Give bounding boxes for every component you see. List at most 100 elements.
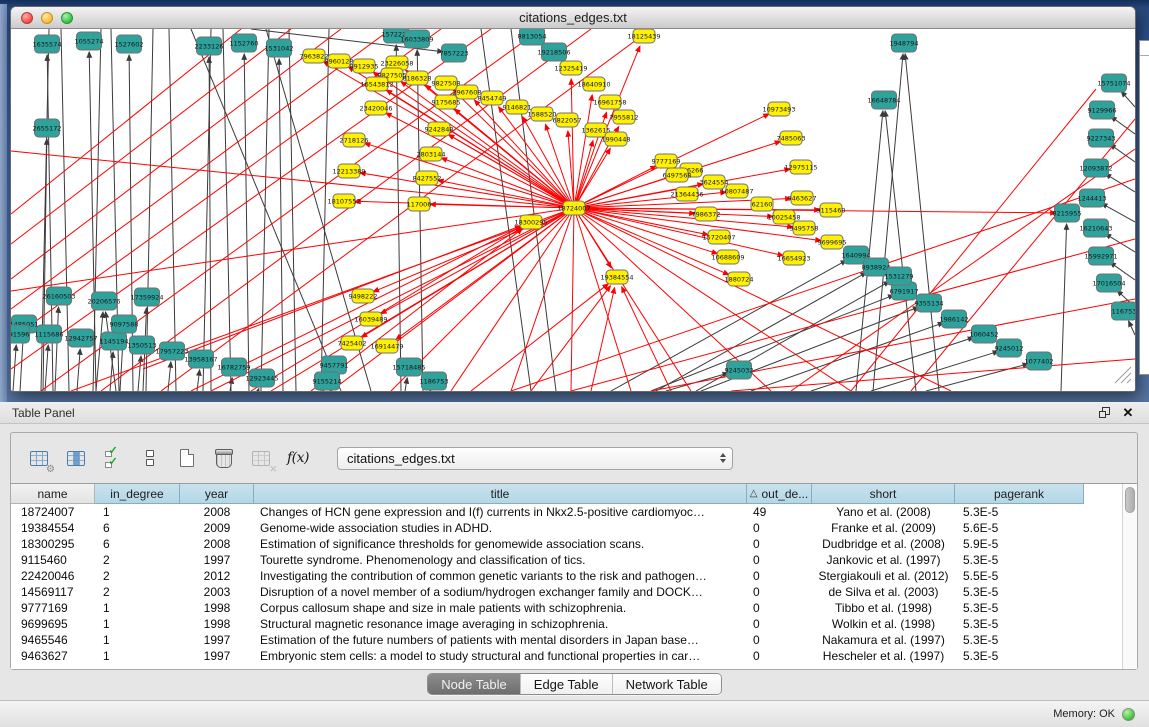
- graph-node[interactable]: 19218506: [537, 43, 570, 61]
- delete-table-icon[interactable]: ✕: [249, 444, 273, 472]
- table-row[interactable]: 1872400712008Changes of HCN gene express…: [11, 504, 1137, 520]
- graph-node[interactable]: 1880724: [725, 272, 754, 286]
- graph-node[interactable]: 2718126: [340, 133, 369, 147]
- graph-node[interactable]: 1060452: [970, 325, 999, 343]
- column-header-year[interactable]: year: [180, 484, 254, 504]
- network-view-window[interactable]: citations_edges.txt 18724007183002951938…: [10, 6, 1136, 392]
- graph-node[interactable]: 12942757: [64, 329, 97, 347]
- tab-network-table[interactable]: Network Table: [612, 674, 721, 694]
- graph-node[interactable]: 9175685: [432, 95, 461, 109]
- minimize-window-button[interactable]: [41, 12, 53, 24]
- graph-node[interactable]: 391596: [11, 325, 30, 343]
- graph-node[interactable]: 1527602: [115, 35, 144, 53]
- graph-node[interactable]: 9457791: [320, 356, 349, 374]
- graph-node[interactable]: 9245012: [995, 339, 1024, 357]
- graph-node[interactable]: 62160: [751, 197, 773, 211]
- new-column-icon[interactable]: [175, 444, 199, 472]
- graph-node[interactable]: 9777169: [652, 154, 681, 168]
- network-canvas[interactable]: 1872400718300295193845547963822896012889…: [11, 29, 1135, 391]
- zoom-window-button[interactable]: [61, 12, 73, 24]
- graph-node[interactable]: 1635574: [33, 35, 62, 53]
- delete-column-icon[interactable]: [212, 444, 236, 472]
- table-row[interactable]: 1938455462009Genome-wide association stu…: [11, 520, 1137, 536]
- close-panel-icon[interactable]: ✕: [1119, 405, 1137, 421]
- tab-edge-table[interactable]: Edge Table: [520, 674, 612, 694]
- table-row[interactable]: 911546021997Tourette syndrome. Phenomeno…: [11, 552, 1137, 568]
- table-row[interactable]: 969969511998Structural magnetic resonanc…: [11, 616, 1137, 632]
- graph-node[interactable]: 15718485: [392, 358, 425, 376]
- column-header-pagerank[interactable]: pagerank: [955, 484, 1084, 504]
- graph-node[interactable]: 1186753: [420, 372, 449, 390]
- graph-node[interactable]: 2233126: [195, 37, 224, 55]
- graph-node[interactable]: 13958167: [184, 350, 217, 368]
- graph-node[interactable]: 15751074: [1097, 74, 1130, 92]
- graph-node[interactable]: 9115460: [817, 203, 846, 217]
- graph-node[interactable]: 9245032: [725, 361, 754, 379]
- citation-network-graph[interactable]: 1872400718300295193845547963822896012889…: [11, 29, 1135, 391]
- graph-node[interactable]: 1055274: [75, 32, 104, 50]
- graph-node[interactable]: 15720407: [702, 230, 735, 244]
- graph-node[interactable]: 17016504: [1092, 274, 1125, 292]
- graph-node[interactable]: 1948794: [890, 34, 919, 52]
- column-visibility-icon[interactable]: [64, 444, 88, 472]
- scrollbar-thumb[interactable]: [1125, 487, 1135, 513]
- graph-node[interactable]: 10973493: [762, 102, 795, 116]
- graph-node[interactable]: 1990448: [602, 132, 631, 146]
- column-header-out-de-[interactable]: △out_de...: [747, 484, 812, 504]
- graph-node[interactable]: 12975115: [784, 160, 817, 174]
- graph-node[interactable]: 1152760: [230, 34, 259, 52]
- background-window-edge[interactable]: [1139, 40, 1149, 375]
- graph-node[interactable]: 16648784: [867, 91, 900, 109]
- column-header-in-degree[interactable]: in_degree: [95, 484, 180, 504]
- function-builder-icon[interactable]: f(x): [286, 444, 310, 472]
- graph-node[interactable]: 7955812: [610, 110, 639, 124]
- graph-node[interactable]: 117006: [407, 197, 432, 211]
- graph-node[interactable]: 9495758: [790, 221, 819, 235]
- column-header-short[interactable]: short: [812, 484, 955, 504]
- float-panel-icon[interactable]: [1095, 405, 1113, 421]
- graph-node[interactable]: 26160503: [42, 287, 75, 305]
- column-header-name[interactable]: name: [11, 484, 95, 504]
- graph-node[interactable]: 1531042: [265, 39, 294, 57]
- graph-node[interactable]: 9463627: [788, 191, 817, 205]
- graph-node[interactable]: 23420046: [359, 101, 392, 115]
- table-row[interactable]: 1456911722003Disruption of a novel membe…: [11, 584, 1137, 600]
- graph-node[interactable]: 7857223: [440, 44, 469, 62]
- graph-node[interactable]: 9129966: [1088, 101, 1117, 119]
- graph-node[interactable]: 12325419: [554, 61, 587, 75]
- table-row[interactable]: 1830029562008Estimation of significance …: [11, 536, 1137, 552]
- graph-node[interactable]: 9155214: [313, 372, 342, 390]
- column-header-title[interactable]: title: [254, 484, 747, 504]
- graph-node[interactable]: 12093872: [1079, 159, 1112, 177]
- graph-node[interactable]: 1986142: [940, 310, 969, 328]
- canvas-resize-grip-icon[interactable]: [1115, 367, 1131, 383]
- node-table[interactable]: namein_degreeyeartitle△out_de...shortpag…: [11, 483, 1137, 669]
- table-row[interactable]: 946554611997Estimation of the future num…: [11, 632, 1137, 648]
- graph-node[interactable]: 18125439: [627, 29, 660, 43]
- graph-node[interactable]: 17359924: [130, 288, 163, 306]
- graph-node[interactable]: 18107552: [327, 194, 360, 208]
- graph-node[interactable]: 2803144: [417, 147, 446, 161]
- graph-node[interactable]: 1115686: [35, 325, 64, 343]
- graph-node[interactable]: 9498222: [349, 289, 378, 303]
- graph-node[interactable]: 16782759: [217, 358, 250, 376]
- graph-node[interactable]: 2655172: [33, 119, 62, 137]
- tab-node-table[interactable]: Node Table: [428, 674, 520, 694]
- graph-node[interactable]: 16210643: [1079, 219, 1112, 237]
- graph-node[interactable]: 16033809: [400, 30, 433, 48]
- graph-node[interactable]: 1531279: [885, 267, 914, 285]
- network-window-titlebar[interactable]: citations_edges.txt: [11, 7, 1135, 29]
- table-vertical-scrollbar[interactable]: [1122, 484, 1137, 669]
- graph-node[interactable]: 16654923: [777, 251, 810, 265]
- graph-node[interactable]: 9699695: [818, 235, 847, 249]
- graph-node[interactable]: 7485063: [777, 131, 806, 145]
- graph-node[interactable]: 116753: [1112, 302, 1136, 320]
- table-settings-icon[interactable]: ⚙: [27, 444, 51, 472]
- graph-node[interactable]: 1350513: [128, 336, 157, 354]
- graph-node[interactable]: 10688609: [711, 250, 744, 264]
- graph-node[interactable]: 8427552: [413, 171, 442, 185]
- graph-node[interactable]: 16961758: [593, 95, 626, 109]
- table-selector-dropdown[interactable]: citations_edges.txt: [337, 447, 733, 470]
- graph-node[interactable]: 8186328: [403, 71, 432, 85]
- graph-node[interactable]: 12923445: [245, 369, 278, 387]
